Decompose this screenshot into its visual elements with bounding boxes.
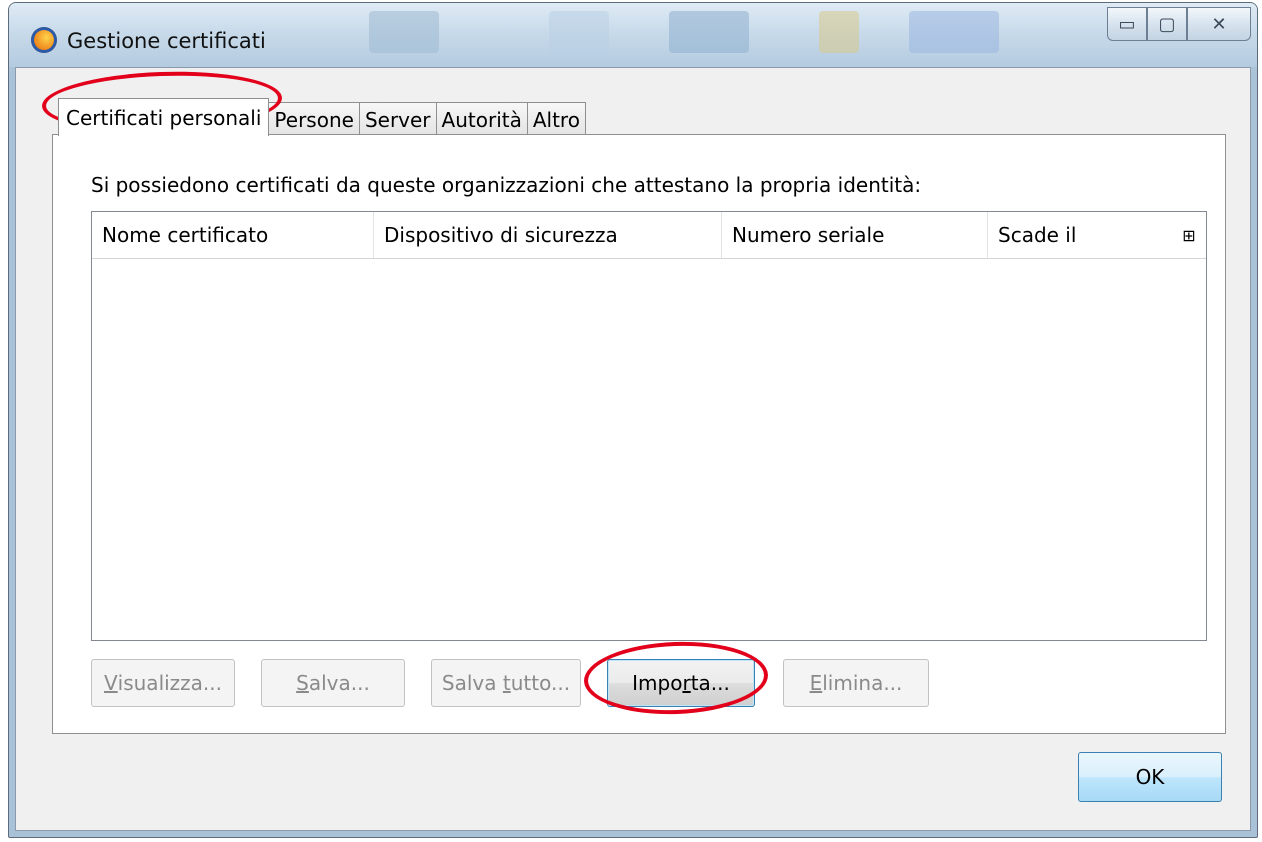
column-header-expires-on[interactable]: Scade il [988, 212, 1172, 258]
save-button[interactable]: Salva... [261, 659, 405, 707]
button-label: limina... [822, 671, 903, 695]
tab-authorities[interactable]: Autorità [435, 102, 528, 136]
button-label: isualizza... [117, 671, 223, 695]
minimize-icon: ▭ [1118, 13, 1136, 35]
save-all-button[interactable]: Salva t utto... [431, 659, 581, 707]
certificate-list[interactable]: Nome certificato Dispositivo di sicurezz… [91, 211, 1207, 641]
tab-servers[interactable]: Server [358, 102, 437, 136]
column-header-serial-number[interactable]: Numero seriale [722, 212, 988, 258]
certificate-manager-window: Gestione certificati ▭ ▢ ✕ Certificati p… [8, 2, 1258, 838]
button-label: Impo [632, 671, 683, 695]
button-label: ta... [690, 671, 730, 695]
button-accesskey: S [296, 671, 309, 695]
title-bar[interactable]: Gestione certificati ▭ ▢ ✕ [9, 3, 1257, 67]
aero-glass-reflection [669, 11, 749, 53]
aero-glass-reflection [909, 11, 999, 53]
import-button[interactable]: Impo r ta... [607, 659, 755, 707]
button-accesskey: r [682, 671, 691, 695]
panel-description: Si possiedono certificati da queste orga… [91, 173, 922, 197]
list-header: Nome certificato Dispositivo di sicurezz… [92, 212, 1206, 259]
tab-strip: Certificati personali Persone Server Aut… [58, 98, 586, 136]
button-accesskey: E [809, 671, 823, 695]
tab-panel: Si possiedono certificati da queste orga… [52, 134, 1226, 734]
button-label: alva... [308, 671, 370, 695]
column-header-security-device[interactable]: Dispositivo di sicurezza [374, 212, 722, 258]
window-controls: ▭ ▢ ✕ [1107, 7, 1251, 41]
window-title: Gestione certificati [67, 29, 266, 53]
tab-people[interactable]: Persone [268, 102, 360, 136]
close-icon: ✕ [1211, 13, 1227, 35]
close-button[interactable]: ✕ [1187, 7, 1251, 41]
aero-glass-reflection [369, 11, 439, 53]
firefox-app-icon [31, 27, 57, 53]
delete-button[interactable]: Elimina... [783, 659, 929, 707]
ok-button[interactable]: OK [1078, 752, 1222, 802]
minimize-button[interactable]: ▭ [1107, 7, 1147, 41]
tab-others[interactable]: Altro [526, 102, 586, 136]
aero-glass-reflection [819, 11, 859, 53]
maximize-icon: ▢ [1158, 13, 1176, 35]
maximize-button[interactable]: ▢ [1147, 7, 1187, 41]
tab-personal-certificates[interactable]: Certificati personali [58, 98, 270, 136]
dialog-content: Certificati personali Persone Server Aut… [15, 67, 1251, 831]
button-label: utto... [510, 671, 571, 695]
button-label: Salva [441, 671, 503, 695]
view-button[interactable]: Visualizza... [91, 659, 235, 707]
button-accesskey: V [103, 671, 118, 695]
button-accesskey: t [502, 671, 511, 695]
column-picker-icon[interactable]: ⊞ [1178, 224, 1200, 246]
column-header-certificate-name[interactable]: Nome certificato [92, 212, 374, 258]
aero-glass-reflection [549, 11, 609, 53]
